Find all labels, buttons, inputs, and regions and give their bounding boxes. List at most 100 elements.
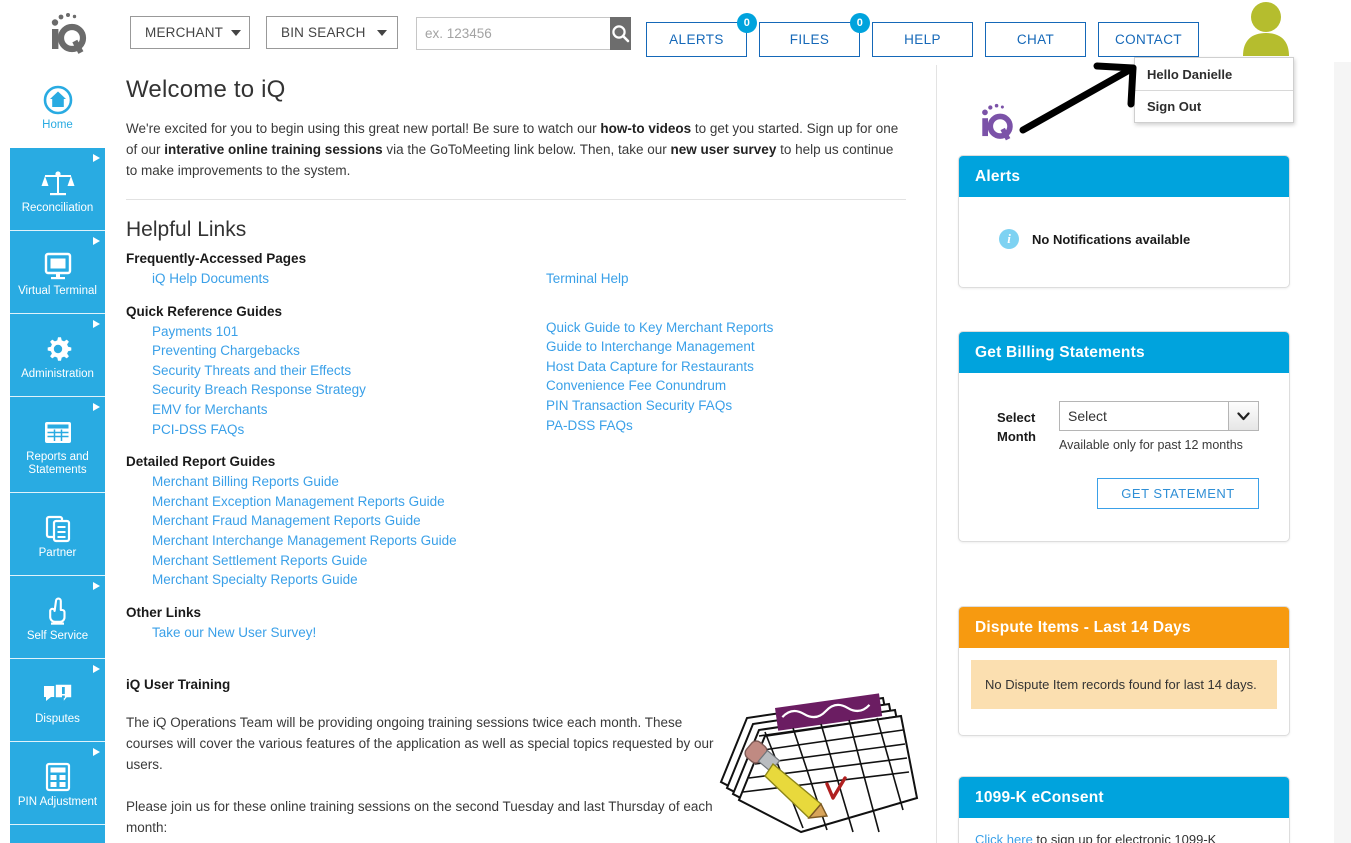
group-title: Detailed Report Guides (126, 454, 276, 470)
helpful-links-grid: Frequently-Accessed Pages iQ Help Docume… (126, 251, 936, 651)
link-item[interactable]: Convenience Fee Conundrum (546, 376, 936, 396)
link-item[interactable]: Preventing Chargebacks (152, 341, 526, 361)
econsent-card-header: 1099-K eConsent (959, 777, 1289, 818)
link-item[interactable]: Guide to Interchange Management (546, 337, 936, 357)
dispute-card-title: Dispute Items - Last 14 Days (975, 618, 1191, 636)
menu-item-greeting[interactable]: Hello Danielle (1135, 58, 1293, 90)
menu-item-sign-out[interactable]: Sign Out (1135, 90, 1293, 122)
main-content: Welcome to iQ We're excited for you to b… (118, 65, 936, 843)
alerts-button[interactable]: ALERTS 0 (646, 13, 757, 57)
search-button[interactable] (610, 17, 631, 50)
sidebar-item-administration[interactable]: Administration (10, 314, 105, 397)
econsent-card-body: Click here to sign up for electronic 109… (959, 818, 1289, 843)
help-button-label: HELP (904, 32, 941, 47)
link-item[interactable]: Merchant Billing Reports Guide (152, 472, 526, 492)
training-section: iQ User Training The iQ Operations Team … (126, 677, 726, 843)
alerts-card-header: Alerts (959, 156, 1289, 197)
chat-button-label: CHAT (1016, 32, 1055, 47)
link-item[interactable]: iQ Help Documents (152, 269, 526, 289)
intro-bold-3: new user survey (670, 142, 777, 157)
econsent-rest-text: to sign up for electronic 1099-K (1032, 832, 1217, 843)
sidebar-item-disputes[interactable]: Disputes (10, 659, 105, 742)
link-item[interactable]: PIN Transaction Security FAQs (546, 396, 936, 416)
bin-search-dropdown-label: BIN SEARCH (281, 25, 366, 40)
calculator-icon (44, 758, 72, 792)
sidebar-item-partner[interactable]: Partner (10, 493, 105, 576)
link-item[interactable]: PCI-DSS FAQs (152, 420, 526, 440)
application-root: MERCHANT BIN SEARCH ALERTS 0 FILES 0 (0, 0, 1351, 843)
alerts-card-body: i No Notifications available (959, 197, 1289, 287)
table-icon (43, 413, 73, 447)
sidebar-item-reconciliation[interactable]: Reconciliation (10, 148, 105, 231)
helpful-links-title: Helpful Links (126, 218, 247, 241)
sidebar-item-label: Self Service (26, 629, 89, 642)
top-header: MERCHANT BIN SEARCH ALERTS 0 FILES 0 (0, 0, 1351, 62)
search-input[interactable] (416, 17, 610, 50)
billing-statements-card: Get Billing Statements Select Month Sele… (958, 331, 1290, 542)
dispute-card-body: No Dispute Item records found for last 1… (959, 648, 1289, 735)
alerts-button-label: ALERTS (669, 32, 724, 47)
gear-icon (43, 330, 73, 364)
help-button[interactable]: HELP (872, 22, 973, 57)
links-column-right: Terminal Help Quick Guide to Key Merchan… (546, 251, 936, 435)
intro-bold-1: how-to videos (600, 121, 692, 136)
link-item[interactable]: Merchant Specialty Reports Guide (152, 570, 526, 590)
chat-button[interactable]: CHAT (985, 22, 1086, 57)
greeting-label: Hello Danielle (1147, 66, 1233, 82)
merchant-dropdown[interactable]: MERCHANT (130, 16, 250, 49)
chevron-right-icon (93, 665, 100, 673)
link-item[interactable]: Quick Guide to Key Merchant Reports (546, 318, 936, 338)
hand-pointer-icon (43, 592, 73, 626)
sidebar-item-label: PIN Adjustment (17, 795, 98, 808)
link-item[interactable]: EMV for Merchants (152, 400, 526, 420)
files-button[interactable]: FILES 0 (759, 13, 870, 57)
chevron-down-icon (1228, 402, 1258, 430)
link-item[interactable]: Host Data Capture for Restaurants (546, 357, 936, 377)
calendar-illustration (719, 693, 919, 834)
sidebar-item-virtual-terminal[interactable]: Virtual Terminal (10, 231, 105, 314)
billing-card-header: Get Billing Statements (959, 332, 1289, 373)
sidebar-item-label: Home (42, 119, 73, 131)
merchant-dropdown-label: MERCHANT (145, 25, 224, 40)
month-select[interactable]: Select (1059, 401, 1259, 431)
link-terminal-help[interactable]: Terminal Help (546, 269, 936, 289)
link-item[interactable]: Merchant Settlement Reports Guide (152, 551, 526, 571)
link-item[interactable]: Merchant Exception Management Reports Gu… (152, 492, 526, 512)
contact-button[interactable]: CONTACT (1098, 22, 1199, 57)
sidebar-item-label: Reconciliation (21, 201, 94, 214)
intro-paragraph: We're excited for you to begin using thi… (126, 118, 906, 181)
sidebar-item-reports-and-statements[interactable]: Reports and Statements (10, 397, 105, 493)
link-item[interactable]: Payments 101 (152, 322, 526, 342)
econsent-signup-link[interactable]: Click here (975, 832, 1033, 843)
link-item[interactable]: Merchant Fraud Management Reports Guide (152, 511, 526, 531)
sidebar-item-pin-adjustment[interactable]: PIN Adjustment (10, 742, 105, 825)
sidebar-item-home[interactable]: Home (10, 65, 105, 148)
scrollbar-track[interactable] (1334, 62, 1351, 843)
dispute-card-header: Dispute Items - Last 14 Days (959, 607, 1289, 648)
dispute-items-card: Dispute Items - Last 14 Days No Dispute … (958, 606, 1290, 736)
sidebar-item-self-service[interactable]: Self Service (10, 576, 105, 659)
bin-search-dropdown[interactable]: BIN SEARCH (266, 16, 398, 49)
chevron-down-icon (377, 29, 387, 36)
link-item[interactable]: Security Threats and their Effects (152, 361, 526, 381)
chevron-right-icon (93, 154, 100, 162)
alerts-card-title: Alerts (975, 167, 1021, 185)
select-month-row: Select Month Select Available only for p… (975, 387, 1273, 454)
billing-card-body: Select Month Select Available only for p… (959, 373, 1289, 541)
scrollbar-thumb[interactable] (1334, 62, 1351, 843)
link-item[interactable]: PA-DSS FAQs (546, 416, 936, 436)
sidebar-item-label: Virtual Terminal (18, 284, 97, 297)
page-title: Welcome to iQ (126, 76, 286, 103)
intro-bold-2: interative online training sessions (164, 142, 383, 157)
chevron-down-icon (231, 29, 242, 36)
link-item[interactable]: Merchant Interchange Management Reports … (152, 531, 526, 551)
get-statement-button[interactable]: GET STATEMENT (1097, 478, 1259, 509)
contact-button-label: CONTACT (1114, 32, 1183, 47)
sidebar-item-label: Administration (21, 367, 94, 380)
alerts-empty-message: No Notifications available (1032, 231, 1191, 247)
link-item[interactable]: Security Breach Response Strategy (152, 380, 526, 400)
link-item[interactable]: Take our New User Survey! (152, 623, 526, 643)
training-paragraph-2: Please join us for these online training… (126, 799, 713, 835)
search-icon (612, 25, 630, 43)
avatar[interactable] (1237, 0, 1295, 56)
